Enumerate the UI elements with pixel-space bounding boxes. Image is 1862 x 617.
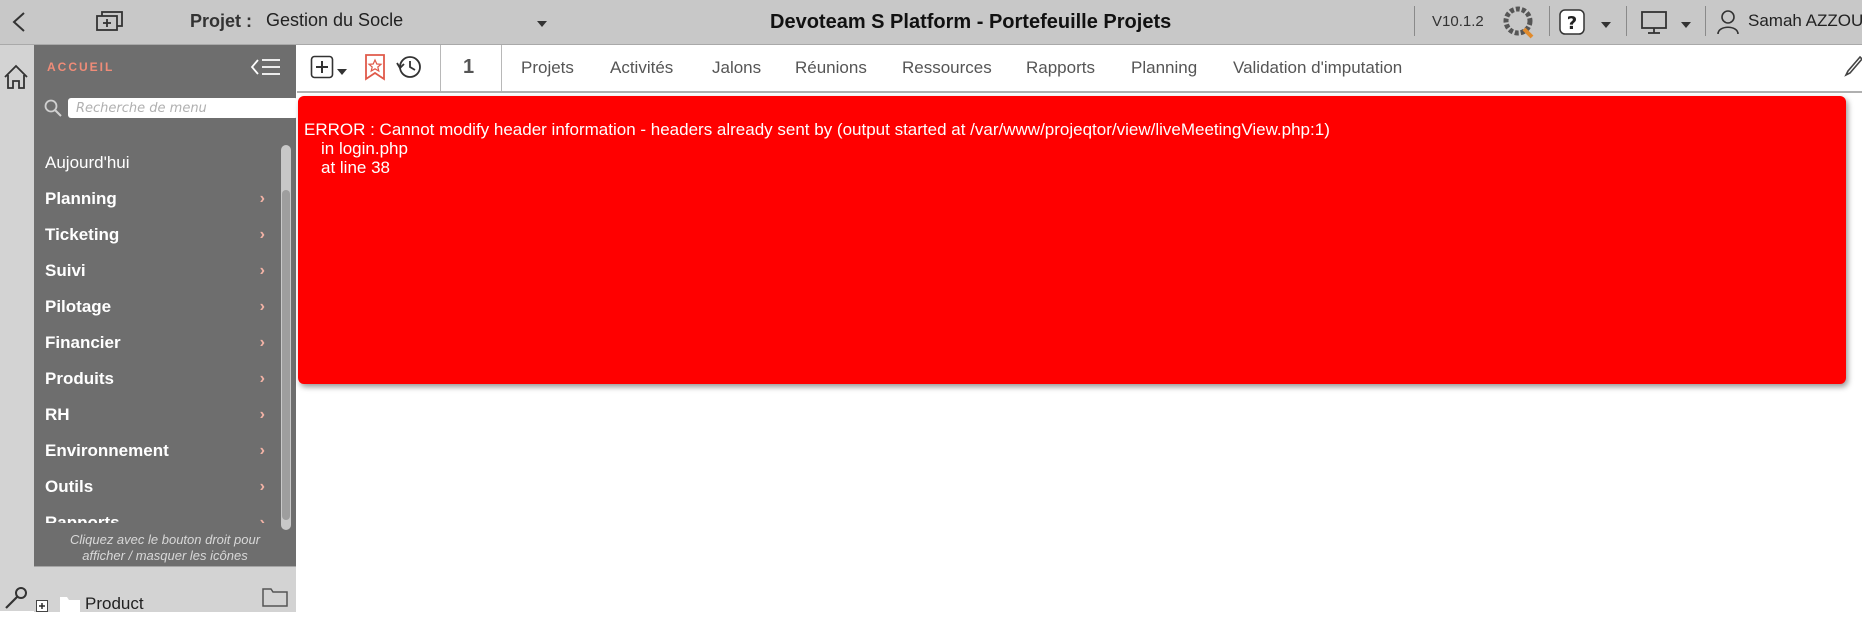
chevron-right-icon: › [259,190,265,207]
nav-ressources[interactable]: Ressources [902,58,992,78]
error-line-file: in login.php [321,139,408,158]
nav-validation-imputation[interactable]: Validation d'imputation [1233,58,1402,78]
top-bar: Projet : Gestion du Socle Devoteam S Pla… [0,0,1862,45]
sidebar-item-rapports[interactable]: Rapports › [45,509,267,523]
sidebar-item-label: Produits [45,369,114,388]
sidebar-item-outils[interactable]: Outils › [45,473,267,501]
sidebar-item-pilotage[interactable]: Pilotage › [45,293,267,321]
chevron-right-icon: › [259,514,265,523]
add-dropdown-icon[interactable] [337,63,347,81]
projeqtor-logo-icon[interactable] [1502,5,1536,44]
sidebar-collapse-icon[interactable] [250,55,282,84]
chevron-right-icon: › [259,334,265,351]
error-line-main: ERROR : Cannot modify header information… [304,120,1330,139]
sidebar-item-label: Suivi [45,261,86,280]
sidebar-item-label: Outils [45,477,94,496]
chevron-right-icon: › [259,370,265,387]
chevron-right-icon: › [259,226,265,243]
open-windows-counter[interactable]: 1 [463,56,474,79]
home-icon[interactable] [2,63,30,96]
sidebar-item-planning[interactable]: Planning › [45,185,267,213]
chevron-right-icon: › [259,262,265,279]
nav-projets[interactable]: Projets [521,58,574,78]
chevron-right-icon: › [259,406,265,423]
sidebar-scrollbar-thumb[interactable] [282,190,290,520]
project-tree-panel: Product [34,566,296,614]
user-icon[interactable] [1716,9,1740,40]
project-label: Projet : [190,11,253,31]
sidebar-item-label: Rapports [45,513,120,523]
svg-text:?: ? [1567,13,1577,34]
new-window-icon[interactable] [96,10,124,37]
sidebar-item-financier[interactable]: Financier › [45,329,267,357]
sidebar-item-rh[interactable]: RH › [45,401,267,429]
user-name[interactable]: Samah AZZOU [1748,11,1862,31]
project-selector-value[interactable]: Gestion du Socle [266,10,403,31]
chevron-right-icon: › [259,298,265,315]
toolbar-separator [501,45,502,91]
menu-search-input[interactable] [68,98,298,118]
nav-activites[interactable]: Activités [610,58,673,78]
favorites-icon[interactable] [363,53,387,86]
nav-reunions[interactable]: Réunions [795,58,867,78]
sidebar-menu: ACCUEIL Aujourd'hui Planning › Ticketing ›… [34,45,298,566]
folder-icon [60,595,80,617]
sidebar-item-label: Aujourd'hui [45,153,130,172]
screen-dropdown-icon[interactable] [1680,16,1692,34]
collapse-left-icon[interactable] [8,10,30,39]
help-dropdown-icon[interactable] [1600,16,1612,34]
error-message-panel: ERROR : Cannot modify header information… [298,96,1846,384]
sidebar-hint-line: Cliquez avec le bouton droit pour [69,532,261,547]
project-dropdown-icon[interactable] [536,15,548,33]
sidebar-item-label: Financier [45,333,121,352]
sidebar-item-label: Ticketing [45,225,120,244]
sidebar-item-aujourdhui[interactable]: Aujourd'hui [45,149,267,177]
sidebar-item-environnement[interactable]: Environnement › [45,437,267,465]
new-folder-icon[interactable] [262,585,288,612]
help-icon[interactable]: ? [1558,8,1586,41]
sidebar-section-title: ACCUEIL [47,60,115,74]
chevron-right-icon: › [259,478,265,495]
history-icon[interactable] [394,53,424,86]
nav-planning[interactable]: Planning [1131,58,1197,78]
sidebar-hint-line: afficher / masquer les icônes [82,548,248,563]
error-line-number: at line 38 [321,158,390,177]
sidebar-item-ticketing[interactable]: Ticketing › [45,221,267,249]
sidebar-scrollbar[interactable] [281,145,291,530]
expand-tree-icon[interactable] [36,599,48,617]
sidebar-item-produits[interactable]: Produits › [45,365,267,393]
sidebar-item-label: RH [45,405,70,424]
tree-item-product[interactable]: Product [85,594,144,614]
main-toolbar: 1 Projets Activités Jalons Réunions Ress… [297,45,1862,93]
menu-search-icon [43,98,63,123]
sidebar-item-label: Pilotage [45,297,112,316]
wrench-icon[interactable] [3,585,29,616]
sidebar-item-label: Planning [45,189,117,208]
toolbar-separator [440,45,441,91]
version-label: V10.1.2 [1432,13,1484,30]
screen-layout-icon[interactable] [1640,9,1668,40]
nav-jalons[interactable]: Jalons [712,58,761,78]
edit-pencil-icon[interactable] [1842,55,1862,86]
sidebar-item-label: Environnement [45,441,169,460]
app-title: Devoteam S Platform - Portefeuille Proje… [770,11,1172,33]
sidebar-hint: Cliquez avec le bouton droit pour affich… [34,532,296,564]
nav-rapports[interactable]: Rapports [1026,58,1095,78]
left-icon-strip [0,45,35,611]
chevron-right-icon: › [259,442,265,459]
sidebar-item-suivi[interactable]: Suivi › [45,257,267,285]
add-item-icon[interactable] [310,55,334,84]
